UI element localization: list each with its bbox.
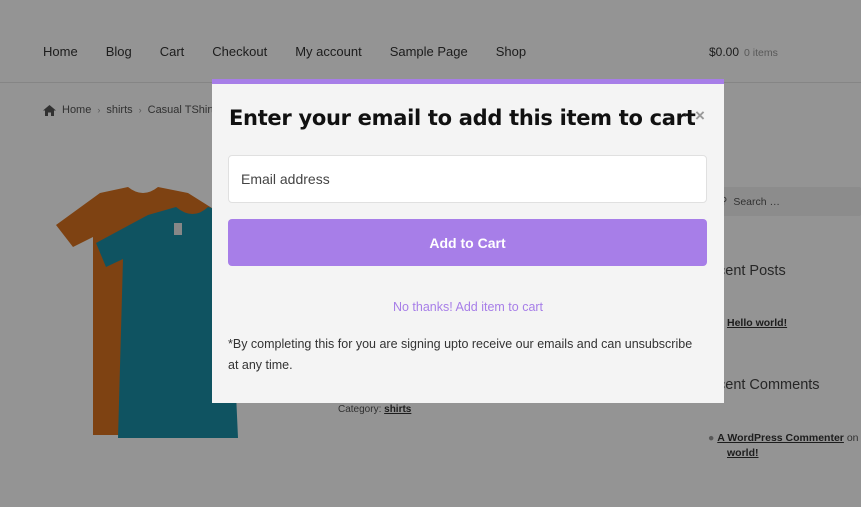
email-capture-modal: Enter your email to add this item to car… bbox=[212, 79, 724, 403]
add-to-cart-button[interactable]: Add to Cart bbox=[228, 219, 707, 266]
disclaimer-text: *By completing this for you are signing … bbox=[228, 337, 693, 372]
close-icon[interactable]: × bbox=[695, 106, 705, 126]
email-field[interactable] bbox=[228, 155, 707, 203]
modal-title: Enter your email to add this item to car… bbox=[229, 106, 696, 130]
no-thanks-link[interactable]: No thanks! Add item to cart bbox=[212, 300, 724, 314]
